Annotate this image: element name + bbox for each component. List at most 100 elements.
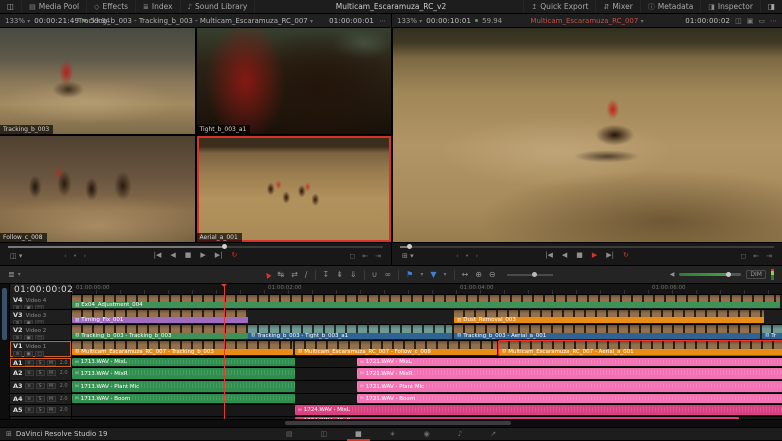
panel-toggle-icon[interactable]: ◫ [0, 0, 22, 13]
flag-button-caret[interactable]: ▾ [420, 271, 423, 278]
timeline-title[interactable]: Multicam_Escaramuza_RC_007 ▾ [462, 17, 712, 25]
track-lock-toggle[interactable]: ≡ [25, 370, 34, 376]
goto-prev-clip-button[interactable]: |◀ [545, 251, 553, 259]
snapping-toggle[interactable]: ∪ [372, 270, 378, 279]
effects-button[interactable]: ◇Effects [87, 0, 136, 13]
source-zoom-select[interactable]: 133% ▾ [5, 17, 30, 25]
track-lock-toggle[interactable]: ≡ [13, 351, 22, 357]
stop-button[interactable]: ■ [576, 251, 583, 259]
goto-out-icon[interactable]: ⇥ [766, 252, 772, 260]
audio-clip[interactable]: ∞1724.WAV - MixL [295, 405, 782, 415]
inspector-button[interactable]: ◨Inspector [700, 0, 760, 13]
match-frame-icon[interactable]: ◻ [740, 252, 746, 260]
mixer-button[interactable]: ⇵Mixer [595, 0, 639, 13]
zoom-fit-button[interactable]: ↔ [462, 270, 469, 279]
match-frame-icon[interactable]: ◻ [349, 252, 355, 260]
page-edit-button[interactable]: ▦ [353, 430, 364, 438]
goto-out-icon[interactable]: ⇥ [375, 252, 381, 260]
page-color-button[interactable]: ◉ [422, 430, 432, 438]
source-clip-title[interactable]: Tracking_b_003 - Tracking_b_003 - Multic… [70, 17, 321, 25]
dim-button[interactable]: DIM [746, 270, 766, 279]
insert-clip-button[interactable]: ↧ [323, 270, 330, 279]
play-button[interactable]: ▶ [592, 251, 597, 259]
timeline-clip[interactable]: ▥Multicam_Escaramuza_RC_007 - Aerial_a_0… [499, 341, 782, 355]
marker-button-caret[interactable]: ▾ [443, 271, 446, 278]
track-header-v1[interactable]: V1Video 1≡▣□ [10, 341, 71, 358]
mute-toggle[interactable]: M [47, 407, 56, 413]
solo-toggle[interactable]: S [36, 370, 45, 376]
mute-toggle[interactable]: M [47, 396, 56, 402]
selection-tool[interactable]: ▲ [263, 270, 272, 280]
multicam-angle-follow[interactable]: Follow_c_008 [0, 136, 195, 242]
overwrite-clip-button[interactable]: ⇟ [336, 270, 343, 279]
track-lock-toggle[interactable]: ≡ [25, 407, 34, 413]
audio-clip[interactable]: ∞1721.WAV - MixR [357, 368, 782, 379]
quick-export-button[interactable]: ↥Quick Export [523, 0, 595, 13]
track-header-a4[interactable]: A4≡SM2.0 [10, 394, 71, 405]
flag-button[interactable]: ⚑ [406, 270, 413, 279]
audio-clip[interactable]: ∞1721.WAV - Boom [357, 394, 782, 403]
index-button[interactable]: ≣Index [136, 0, 181, 13]
multicam-angle-tight[interactable]: Tight_b_003_a1 [197, 28, 392, 134]
solo-toggle[interactable]: S [36, 407, 45, 413]
track-auto-select-toggle[interactable]: ▣ [24, 351, 33, 357]
linked-selection-toggle[interactable]: ∞ [384, 270, 391, 279]
metadata-button[interactable]: ⓘMetadata [640, 0, 701, 13]
audio-clip[interactable]: ∞1721.WAV - Plant Mic [357, 381, 782, 392]
trim-edit-tool[interactable]: ↹ [277, 270, 284, 279]
track-header-v4[interactable]: V4Video 4≡▣□ [10, 295, 71, 310]
track-header-v3[interactable]: V3Video 3≡▣□ [10, 310, 71, 325]
audio-clip[interactable]: ∞1713.WAV - Plant Mic [72, 381, 295, 392]
track-lock-toggle[interactable]: ≡ [25, 360, 34, 366]
track-enable-toggle[interactable]: □ [35, 351, 44, 357]
timeline-clip[interactable]: ▥Tracking_b_003 - Tracking_b_003 [72, 325, 248, 339]
timeline-zoom-slider[interactable] [507, 274, 553, 276]
page-cut-button[interactable]: ◫ [319, 430, 330, 438]
track-header-a2[interactable]: A2≡SM2.0 [10, 368, 71, 381]
zoom-slider-knob[interactable] [532, 272, 537, 277]
source-scrubber[interactable] [8, 246, 383, 248]
wipe-mode-icon[interactable]: ◫ [735, 17, 742, 25]
audio-clip[interactable]: ∞1713.WAV - MixR [72, 368, 295, 379]
grab-still-icon[interactable]: ▣ [747, 17, 754, 25]
sound-library-button[interactable]: ♪Sound Library [181, 0, 256, 13]
mute-toggle[interactable]: M [47, 370, 56, 376]
timeline-clip[interactable]: ▥Tracking_b_003 - Aerial_a_001 [454, 325, 760, 339]
play-button[interactable]: ▶ [200, 251, 205, 259]
timeline-options-button[interactable]: ≣ ▾ [0, 270, 29, 279]
timeline-clip[interactable]: ▥Multicam_Escaramuza_RC_007 - Follow_c_0… [295, 341, 497, 355]
goto-in-icon[interactable]: ⇤ [362, 252, 368, 260]
timeline-clip[interactable]: ▥Tr [762, 325, 782, 339]
solo-toggle[interactable]: S [36, 360, 45, 366]
audio-clip[interactable]: ∞1713.WAV - MixL [72, 358, 295, 366]
replace-clip-button[interactable]: ⇓ [350, 270, 357, 279]
timeline-ruler[interactable]: 01:00:00:0001:00:02:0001:00:04:0001:00:0… [72, 284, 782, 295]
timeline-clip[interactable]: ▥Ex04_Adjustment_004 [72, 295, 780, 308]
page-media-button[interactable]: ▤ [284, 430, 295, 438]
timeline-viewer-options-menu[interactable]: ⋯ [770, 17, 777, 25]
goto-next-clip-button[interactable]: ▶| [606, 251, 614, 259]
track-lock-toggle[interactable]: ≡ [25, 383, 34, 389]
right-panel-toggle-icon[interactable]: ◨ [760, 0, 782, 13]
source-options-menu[interactable]: ⋯ [379, 17, 386, 25]
timeline-clip[interactable]: ▥Tracking_b_003 - Tight_b_003_a1 [248, 325, 452, 339]
audio-clip[interactable]: ∞1713.WAV - Boom [72, 394, 295, 403]
loop-button[interactable]: ↻ [232, 251, 238, 259]
volume-slider[interactable] [679, 273, 741, 276]
step-back-button[interactable]: ◀ [562, 251, 567, 259]
multicam-angle-aerial-selected[interactable]: Aerial_a_001 [197, 136, 392, 242]
page-fairlight-button[interactable]: ♪ [456, 430, 464, 438]
blade-tool[interactable]: ∕ [305, 270, 308, 279]
track-header-a5[interactable]: A5≡SM2.0 [10, 405, 71, 417]
zoom-out-button[interactable]: ⊖ [489, 270, 496, 279]
zoom-in-button[interactable]: ⊕ [475, 270, 482, 279]
marker-button[interactable]: ▼ [430, 270, 436, 279]
loop-button[interactable]: ↻ [623, 251, 629, 259]
audio-clip[interactable]: ∞1721.WAV - MixL [357, 358, 782, 366]
track-lock-toggle[interactable]: ≡ [25, 396, 34, 402]
timeline-scrubber[interactable] [400, 246, 774, 248]
media-pool-button[interactable]: ▤Media Pool [22, 0, 87, 13]
solo-toggle[interactable]: S [36, 383, 45, 389]
solo-toggle[interactable]: S [36, 396, 45, 402]
track-header-v2[interactable]: V2Video 2≡▣□ [10, 325, 71, 341]
